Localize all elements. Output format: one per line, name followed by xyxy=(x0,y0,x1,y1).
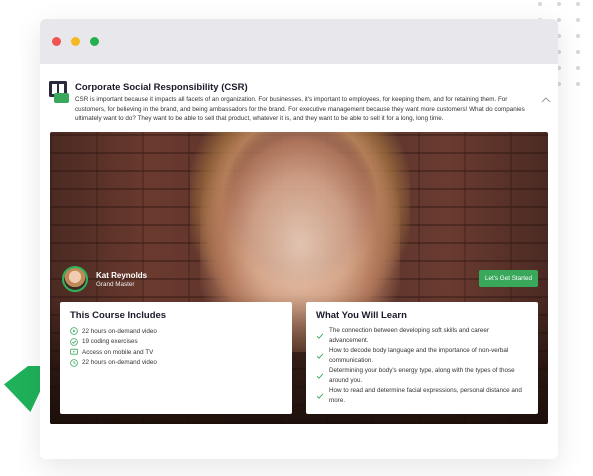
includes-heading: This Course Includes xyxy=(70,310,167,321)
check-icon xyxy=(316,332,324,339)
list-item: 19 coding exercises xyxy=(70,337,282,348)
include-item-label: 22 hours on-demand video xyxy=(82,327,157,335)
check-icon xyxy=(316,352,324,359)
list-item: Determining your body's energy type, alo… xyxy=(316,366,528,385)
play-circle-icon xyxy=(70,327,78,336)
course-book-icon xyxy=(49,81,69,103)
check-circle-icon xyxy=(70,337,78,346)
window-titlebar xyxy=(40,19,558,64)
minimize-window-button[interactable] xyxy=(71,37,80,46)
list-item: The connection between developing soft s… xyxy=(316,326,528,345)
include-item-label: Access on mobile and TV xyxy=(82,348,154,356)
check-icon xyxy=(316,372,324,379)
course-video-hero[interactable]: Kat Reynolds Grand Master Let's Get Star… xyxy=(50,132,548,424)
course-description: CSR is important because it impacts all … xyxy=(75,96,525,122)
check-icon xyxy=(316,392,324,399)
tv-icon xyxy=(70,349,78,355)
get-started-button[interactable]: Let's Get Started xyxy=(478,270,538,287)
learn-item-label: The connection between developing soft s… xyxy=(329,327,489,344)
learn-heading: What You Will Learn xyxy=(316,310,407,321)
include-item-label: 19 coding exercises xyxy=(82,338,138,346)
course-includes-card: This Course Includes 22 hours on-demand … xyxy=(60,302,292,414)
list-item: Access on mobile and TV xyxy=(70,347,282,358)
close-window-button[interactable] xyxy=(52,37,61,46)
instructor-role: Grand Master xyxy=(96,280,135,288)
chevron-up-icon[interactable] xyxy=(540,94,552,106)
instructor-name: Kat Reynolds xyxy=(96,270,148,280)
course-title: Corporate Social Responsibility (CSR) xyxy=(75,82,248,93)
list-item: 22 hours on-demand video xyxy=(70,358,282,369)
learn-item-label: Determining your body's energy type, alo… xyxy=(329,367,515,384)
clock-icon xyxy=(70,358,78,367)
maximize-window-button[interactable] xyxy=(90,37,99,46)
list-item: How to read and determine facial express… xyxy=(316,386,528,405)
list-item: 22 hours on-demand video xyxy=(70,326,282,337)
learn-item-label: How to decode body language and the impo… xyxy=(329,347,509,364)
browser-window: Corporate Social Responsibility (CSR) CS… xyxy=(40,19,558,459)
include-item-label: 22 hours on-demand video xyxy=(82,359,157,367)
learning-outcomes-card: What You Will Learn The connection betwe… xyxy=(306,302,538,414)
learn-item-label: How to read and determine facial express… xyxy=(329,387,522,404)
course-header: Corporate Social Responsibility (CSR) CS… xyxy=(40,64,558,122)
list-item: How to decode body language and the impo… xyxy=(316,346,528,365)
avatar xyxy=(62,266,88,292)
instructor-badge: Kat Reynolds Grand Master xyxy=(62,266,147,292)
